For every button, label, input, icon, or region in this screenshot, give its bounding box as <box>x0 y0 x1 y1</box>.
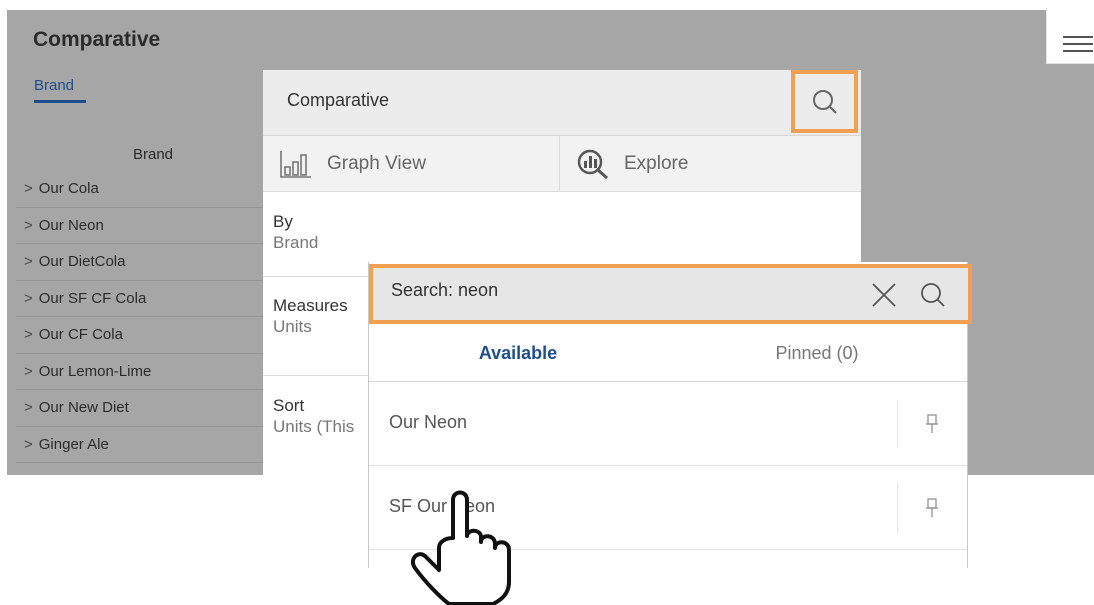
panel-title: Comparative <box>287 90 390 110</box>
chevron-right-icon: > <box>24 399 33 417</box>
explore-label: Explore <box>624 153 689 174</box>
explore-icon <box>577 149 608 180</box>
brand-row-our-dietcola[interactable]: > Our DietCola <box>16 244 266 281</box>
brand-row-our-neon[interactable]: > Our Neon <box>16 208 266 244</box>
result-name: Our Neon <box>389 412 468 432</box>
graph-view-button[interactable]: Graph View <box>263 136 560 192</box>
pin-button[interactable] <box>897 484 965 532</box>
brand-row-label: Our SF CF Cola <box>38 289 147 307</box>
brand-row-our-sf-cf-cola[interactable]: > Our SF CF Cola <box>16 281 266 317</box>
page-title: Comparative <box>33 28 161 51</box>
measures-section[interactable]: Measures Units <box>273 296 348 337</box>
chevron-right-icon: > <box>24 289 33 307</box>
close-icon[interactable] <box>869 280 899 310</box>
screenshot-stage: Comparative Brand Brand > Our Cola > Our N… <box>0 0 1094 605</box>
graph-view-label: Graph View <box>327 153 426 174</box>
pin-icon <box>925 498 938 517</box>
chevron-right-icon: > <box>24 362 33 380</box>
brand-row-label: Our New Diet <box>38 399 129 417</box>
brand-column-header: Brand <box>133 146 174 163</box>
explore-button[interactable]: Explore <box>560 136 861 192</box>
brand-row-label: Our DietCola <box>38 253 126 271</box>
measures-value: Units <box>273 317 312 336</box>
hamburger-menu-button[interactable] <box>1046 8 1094 64</box>
tab-available[interactable]: Available <box>369 324 667 382</box>
sort-section[interactable]: Sort Units (This <box>273 396 354 437</box>
pin-button[interactable] <box>897 400 965 448</box>
tab-underline <box>34 100 86 103</box>
chevron-right-icon: > <box>24 216 33 234</box>
brand-row-label: Ginger Ale <box>38 435 109 453</box>
bar-chart-icon <box>280 151 311 178</box>
view-bar: Graph View Explore <box>263 136 861 192</box>
sort-label: Sort <box>273 396 305 415</box>
chevron-right-icon: > <box>24 180 33 198</box>
search-query-text: Search: neon <box>391 280 499 300</box>
menu-bar <box>1063 36 1093 38</box>
by-section[interactable]: By Brand <box>273 212 318 253</box>
brand-row-label: Our Lemon-Lime <box>38 362 152 380</box>
menu-bar <box>1063 50 1093 52</box>
hand-pointer-icon <box>410 490 511 605</box>
by-label: By <box>273 212 293 231</box>
by-value: Brand <box>273 233 319 252</box>
search-input[interactable]: Search: neon <box>369 264 972 324</box>
brand-row-label: Our CF Cola <box>38 326 123 344</box>
chevron-right-icon: > <box>24 435 33 453</box>
brand-row-our-new-diet[interactable]: > Our New Diet <box>16 390 266 427</box>
panel-header: Comparative <box>263 70 861 136</box>
brand-row-our-cola[interactable]: > Our Cola <box>16 171 266 208</box>
brand-row-label: Our Neon <box>38 216 104 234</box>
search-result-row[interactable]: Our Neon <box>369 382 967 466</box>
brand-row-our-cf-cola[interactable]: > Our CF Cola <box>16 317 266 354</box>
chevron-right-icon: > <box>24 253 33 271</box>
sort-value: Units (This <box>273 417 355 436</box>
brand-row-ginger-ale[interactable]: > Ginger Ale <box>16 427 266 463</box>
brand-row-label: Our Cola <box>38 180 99 198</box>
brand-row-our-lemon-lime[interactable]: > Our Lemon-Lime <box>16 354 266 390</box>
brand-list: > Our Cola > Our Neon > Our DietCola > Our S… <box>16 171 266 463</box>
menu-bar <box>1063 43 1093 45</box>
search-icon <box>812 89 837 114</box>
pin-icon <box>925 414 938 433</box>
tab-brand[interactable]: Brand <box>34 77 74 94</box>
measures-label: Measures <box>273 296 348 315</box>
tab-pinned[interactable]: Pinned (0) <box>667 324 967 382</box>
search-icon[interactable] <box>918 280 948 310</box>
search-tabs: Available Pinned (0) <box>369 324 967 382</box>
panel-search-button[interactable] <box>791 70 858 133</box>
chevron-right-icon: > <box>24 326 33 344</box>
